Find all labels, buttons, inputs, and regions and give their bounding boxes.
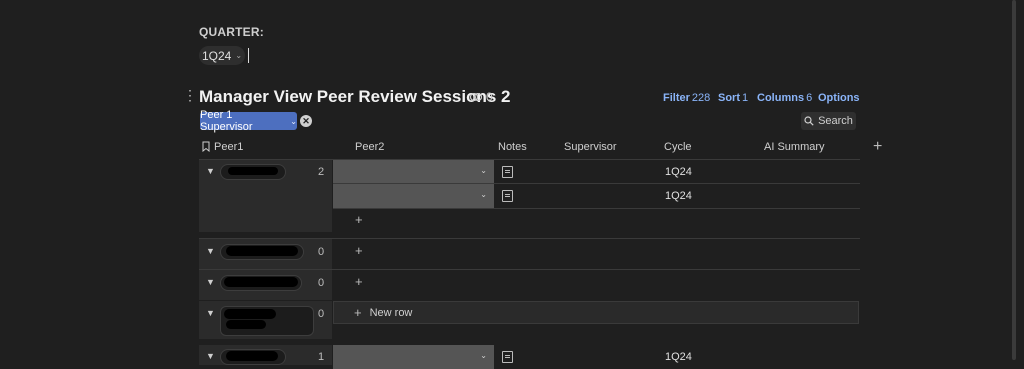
group-count: 1: [318, 351, 325, 363]
group-by-chip[interactable]: Peer 1 Supervisor ⌄: [200, 109, 297, 133]
chevron-down-icon: ⌄: [480, 166, 487, 175]
bookmark-icon: [202, 141, 210, 152]
filter-count: 228: [691, 92, 711, 104]
group-count: 0: [318, 308, 325, 320]
column-header-peer1[interactable]: Peer1: [214, 141, 243, 153]
group-count: 0: [318, 277, 325, 289]
cycle-cell: 1Q24: [665, 351, 692, 363]
text-cursor: [248, 48, 249, 63]
column-header-peer2[interactable]: Peer2: [355, 141, 384, 153]
filter-label: Filter: [663, 92, 690, 104]
collapse-triangle-icon[interactable]: ▼: [206, 246, 215, 256]
quarter-filter-label: QUARTER:: [199, 25, 264, 39]
drag-handle-icon[interactable]: ⋮: [183, 88, 197, 102]
collapse-triangle-icon[interactable]: ▼: [206, 277, 215, 287]
plus-icon: +: [354, 305, 362, 320]
cycle-cell: 1Q24: [665, 166, 692, 178]
columns-label: Columns: [757, 92, 805, 104]
cycle-cell: 1Q24: [665, 190, 692, 202]
column-header-ai-summary[interactable]: AI Summary: [764, 141, 825, 153]
group-count: 2: [318, 166, 325, 178]
peer2-dropdown[interactable]: ⌄: [333, 184, 494, 208]
add-row-button[interactable]: +: [355, 274, 363, 289]
row-divider: [333, 208, 860, 209]
notes-icon[interactable]: [502, 190, 513, 202]
group-by-chip-label: Peer 1 Supervisor: [200, 109, 253, 133]
view-title: Manager View Peer Review Sessions 2: [199, 87, 511, 106]
filter-button[interactable]: Filter 228: [663, 92, 710, 104]
linked-count[interactable]: 0: [470, 90, 493, 104]
search-icon: [804, 116, 814, 126]
chevron-down-icon: ⌄: [290, 116, 297, 126]
chevron-down-icon: ⌄: [235, 51, 243, 60]
group-count: 0: [318, 246, 325, 258]
redacted-name: [228, 167, 278, 175]
quarter-select-value: 1Q24: [201, 48, 232, 63]
link-icon: [470, 93, 482, 101]
new-row-button[interactable]: + New row: [333, 301, 859, 324]
columns-button[interactable]: Columns 6: [757, 92, 812, 104]
collapse-triangle-icon[interactable]: ▼: [206, 308, 215, 318]
quarter-select[interactable]: 1Q24 ⌄: [199, 46, 245, 65]
new-row-label: New row: [369, 306, 413, 319]
collapse-triangle-icon[interactable]: ▼: [206, 166, 215, 176]
notes-icon[interactable]: [502, 166, 513, 178]
add-row-button[interactable]: +: [355, 212, 363, 227]
redacted-name: [226, 320, 266, 329]
columns-count: 6: [806, 92, 813, 104]
column-header-cycle[interactable]: Cycle: [664, 141, 692, 153]
column-header-notes[interactable]: Notes: [498, 141, 527, 153]
sort-label: Sort: [718, 92, 740, 104]
chevron-down-icon: ⌄: [480, 351, 487, 360]
redacted-name: [224, 277, 298, 287]
peer2-dropdown[interactable]: ⌄: [333, 160, 494, 184]
sort-count: 1: [742, 92, 749, 104]
clear-group-icon[interactable]: ✕: [300, 115, 312, 127]
notes-icon[interactable]: [502, 351, 513, 363]
add-row-button[interactable]: +: [355, 243, 363, 258]
options-button[interactable]: Options: [818, 92, 860, 104]
peer2-dropdown[interactable]: ⌄: [333, 345, 494, 369]
linked-count-value: 0: [486, 90, 493, 104]
search-button[interactable]: Search: [801, 112, 856, 130]
add-column-button[interactable]: +: [873, 138, 882, 156]
search-label: Search: [818, 115, 853, 127]
redacted-name: [226, 246, 298, 256]
chevron-down-icon: ⌄: [480, 190, 487, 199]
redacted-name: [224, 309, 276, 319]
scrollbar-thumb[interactable]: [1012, 0, 1016, 360]
column-header-supervisor[interactable]: Supervisor: [564, 141, 617, 153]
sort-button[interactable]: Sort 1: [718, 92, 748, 104]
